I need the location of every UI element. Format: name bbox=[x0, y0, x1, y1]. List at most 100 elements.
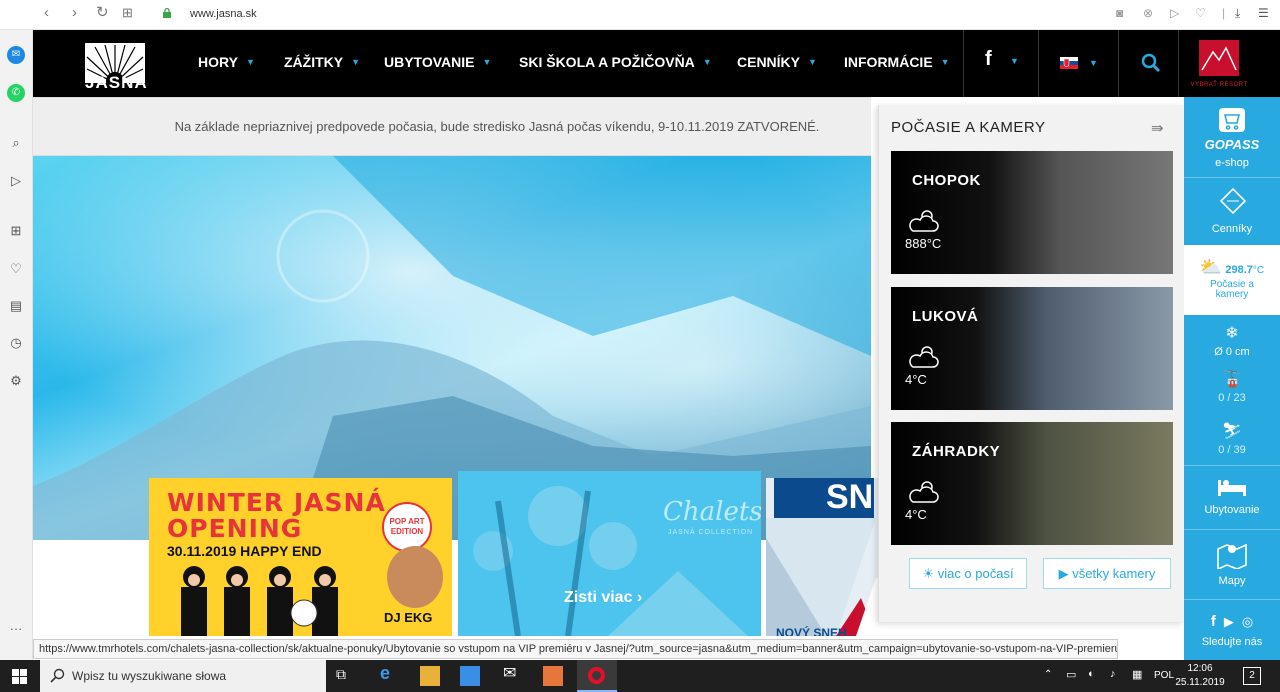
snow-big-text: SN bbox=[826, 478, 874, 516]
winter-title-2: OPENING bbox=[167, 514, 303, 543]
nav-ubytovanie[interactable]: UBYTOVANIE ▼ bbox=[384, 54, 491, 70]
nav-label: HORY bbox=[198, 54, 238, 70]
nav-informacie[interactable]: INFORMÁCIE ▼ bbox=[844, 54, 950, 70]
ubytovanie-link[interactable]: Ubytovanie bbox=[1184, 477, 1280, 516]
lock-icon bbox=[163, 8, 171, 18]
camera-icon[interactable]: ◙ bbox=[1116, 6, 1123, 20]
chevron-down-icon: ▼ bbox=[702, 57, 712, 67]
download-icon[interactable]: ⤓ bbox=[1235, 6, 1240, 21]
messenger-icon[interactable]: ✉ bbox=[7, 46, 25, 64]
all-cameras-button[interactable]: ▶ všetky kamery bbox=[1043, 558, 1171, 589]
mail-icon[interactable]: ✉ bbox=[503, 663, 523, 683]
people-icon[interactable]: ⌃ bbox=[1044, 669, 1052, 680]
speed-dial-icon[interactable]: ⊞ bbox=[7, 222, 25, 240]
facebook-icon[interactable]: f bbox=[1211, 613, 1216, 630]
adblock-icon[interactable]: ⊗ bbox=[1143, 6, 1153, 20]
chevron-down-icon: ▼ bbox=[245, 57, 255, 67]
nav-hory[interactable]: HORY ▼ bbox=[198, 54, 255, 70]
heart-icon[interactable]: ♡ bbox=[1195, 6, 1206, 20]
notifications-icon[interactable]: 2 bbox=[1243, 667, 1261, 685]
partly-cloudy-icon bbox=[909, 210, 939, 232]
search-icon[interactable] bbox=[1141, 53, 1161, 73]
clock[interactable]: 12:06 25.11.2019 bbox=[1170, 662, 1230, 690]
cenniky-link[interactable]: Cenníky bbox=[1184, 187, 1280, 235]
temperature-unit: °C bbox=[1252, 265, 1265, 276]
opera-taskbar-button[interactable] bbox=[577, 660, 617, 692]
task-view-icon[interactable]: ⧉ bbox=[336, 666, 356, 686]
cta-label: Zisti viac bbox=[564, 589, 633, 606]
chalets-card[interactable]: Chalets JASNÁ COLLECTION Zisti viac › bbox=[458, 471, 761, 636]
weather-link[interactable]: ⛅ 298.7°C Počasie a kamery bbox=[1184, 245, 1280, 315]
media-player-icon[interactable] bbox=[543, 666, 563, 686]
slopes-status[interactable]: ⛷ 0 / 39 bbox=[1184, 421, 1280, 456]
search-placeholder: Wpisz tu wyszukiwane słowa bbox=[72, 669, 227, 683]
camera-temp: 4°C bbox=[905, 372, 927, 387]
winter-opening-card[interactable]: WINTER JASNÁ OPENING 30.11.2019 HAPPY EN… bbox=[149, 478, 452, 636]
taskbar-search[interactable]: Wpisz tu wyszukiwane słowa bbox=[40, 660, 326, 692]
nav-ski-skola[interactable]: SKI ŠKOLA A POŽIČOVŇA ▼ bbox=[519, 54, 712, 70]
weather-panel: POČASIE A KAMERY ⇛ CHOPOK 888°C LUKOVÁ 4… bbox=[878, 105, 1184, 622]
search-icon[interactable]: ⌕ bbox=[7, 134, 25, 152]
eshop-link[interactable]: GOPASS e-shop bbox=[1184, 107, 1280, 169]
camera-lukova[interactable]: LUKOVÁ 4°C bbox=[891, 287, 1173, 410]
news-icon[interactable]: ▤ bbox=[7, 297, 25, 315]
nav-label: UBYTOVANIE bbox=[384, 54, 475, 70]
instagram-icon[interactable]: ◎ bbox=[1242, 614, 1253, 629]
forward-button[interactable]: › bbox=[72, 5, 77, 21]
snow-depth[interactable]: ❄ Ø 0 cm bbox=[1184, 323, 1280, 358]
facebook-icon[interactable]: f bbox=[985, 48, 992, 71]
nav-label: CENNÍKY bbox=[737, 54, 801, 70]
map-icon bbox=[1217, 543, 1247, 571]
history-icon[interactable]: ◷ bbox=[7, 334, 25, 352]
windows-start-icon[interactable] bbox=[12, 669, 27, 684]
logo-text: JASNÁ bbox=[85, 73, 148, 92]
browser-sidebar: ✉ ✆ ⌕ ▷ ⊞ ♡ ▤ ◷ ⚙ … bbox=[0, 30, 33, 662]
camera-name: ZÁHRADKY bbox=[912, 443, 1001, 460]
volume-icon[interactable]: ♪ bbox=[1110, 668, 1116, 680]
youtube-icon[interactable]: ▶ bbox=[1224, 614, 1234, 629]
mapy-link[interactable]: Mapy bbox=[1184, 541, 1280, 587]
site-navbar: JASNÁ HORY ▼ ZÁŽITKY ▼ UBYTOVANIE ▼ SKI ŠKO… bbox=[33, 30, 1280, 97]
back-button[interactable]: ‹ bbox=[44, 5, 49, 21]
gear-icon[interactable]: ⚙ bbox=[7, 372, 25, 390]
chalets-sub: JASNÁ COLLECTION bbox=[668, 529, 754, 536]
camera-name: CHOPOK bbox=[912, 172, 981, 189]
tray-icon[interactable]: ▦ bbox=[1132, 668, 1142, 681]
address-bar[interactable]: www.jasna.sk bbox=[190, 8, 257, 20]
send-icon[interactable]: ▷ bbox=[7, 172, 25, 190]
chevron-down-icon: ▼ bbox=[482, 57, 492, 67]
store-icon[interactable] bbox=[460, 666, 480, 686]
chevron-down-icon[interactable]: ▼ bbox=[1010, 56, 1019, 66]
settings-sliders-icon[interactable]: ☰ bbox=[1258, 6, 1269, 20]
more-weather-button[interactable]: ☀ viac o počasí bbox=[909, 558, 1027, 589]
slovak-flag-icon[interactable] bbox=[1060, 57, 1078, 69]
send-icon[interactable]: ▷ bbox=[1170, 6, 1179, 20]
camera-temp: 4°C bbox=[905, 507, 927, 522]
camera-chopok[interactable]: CHOPOK 888°C bbox=[891, 151, 1173, 274]
chevron-down-icon[interactable]: ▼ bbox=[1089, 58, 1098, 68]
chevron-down-icon: ▼ bbox=[940, 57, 950, 67]
heart-icon[interactable]: ♡ bbox=[7, 260, 25, 278]
reload-button[interactable]: ↻ bbox=[96, 5, 109, 21]
nav-zazitky[interactable]: ZÁŽITKY ▼ bbox=[284, 54, 360, 70]
file-explorer-icon[interactable] bbox=[420, 666, 440, 686]
nav-cenniky[interactable]: CENNÍKY ▼ bbox=[737, 54, 817, 70]
resort-label: VYBRAŤ RESORT bbox=[1190, 82, 1248, 88]
lifts-status[interactable]: 🚡 0 / 23 bbox=[1184, 369, 1280, 404]
partly-cloudy-icon bbox=[909, 481, 939, 503]
zisti-viac-link[interactable]: Zisti viac › bbox=[564, 589, 642, 607]
taskbar: Wpisz tu wyszukiwane słowa ⧉ e ✉ ⌃ ▭ ◐ ♪… bbox=[0, 660, 1280, 692]
speed-dial-icon[interactable]: ⊞ bbox=[122, 5, 133, 21]
resort-selector[interactable]: VYBRAŤ RESORT bbox=[1188, 38, 1250, 93]
camera-zahradky[interactable]: ZÁHRADKY 4°C bbox=[891, 422, 1173, 545]
edge-icon[interactable]: e bbox=[380, 663, 400, 683]
button-label: viac o počasí bbox=[937, 566, 1014, 581]
network-icon[interactable]: ◐ bbox=[1088, 668, 1095, 680]
more-icon[interactable]: … bbox=[7, 617, 25, 635]
partly-cloudy-icon bbox=[909, 346, 939, 368]
video-camera-icon: ▶ bbox=[1058, 566, 1069, 581]
battery-icon[interactable]: ▭ bbox=[1066, 668, 1076, 681]
collapse-panel-icon[interactable]: ⇛ bbox=[1151, 119, 1164, 137]
winter-date: 30.11.2019 HAPPY END bbox=[167, 543, 322, 559]
whatsapp-icon[interactable]: ✆ bbox=[7, 84, 25, 102]
